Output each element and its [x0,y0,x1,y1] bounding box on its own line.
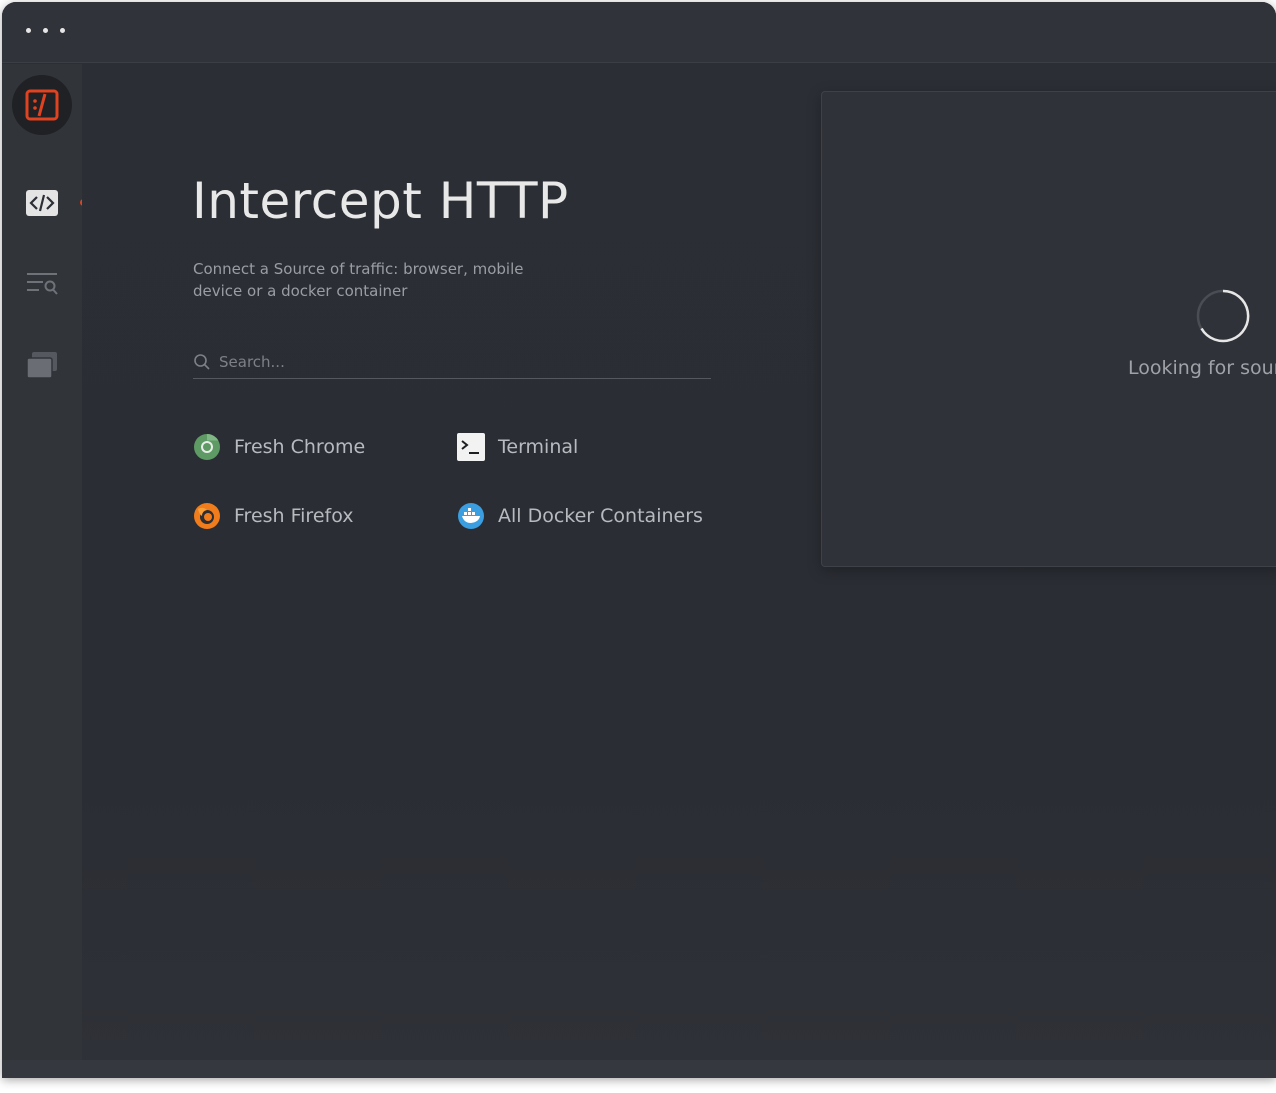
firefox-icon [193,502,221,530]
source-fresh-firefox[interactable]: Fresh Firefox [193,502,354,530]
sidebar [2,64,87,1060]
source-terminal[interactable]: Terminal [457,433,578,461]
sidebar-item-view[interactable] [24,268,60,300]
terminal-icon [457,433,485,461]
source-label: Terminal [498,436,579,458]
code-icon [26,190,58,216]
source-label: Fresh Chrome [234,436,366,458]
search-list-icon [27,273,58,295]
search-icon [194,354,210,370]
dot-icon [26,28,31,33]
sidebar-item-intercept[interactable] [24,187,60,219]
windows-icon [26,352,57,379]
source-all-docker-containers[interactable]: All Docker Containers [457,502,703,530]
dot-icon [60,28,65,33]
search-input[interactable] [219,353,699,371]
source-fresh-chrome[interactable]: Fresh Chrome [193,433,365,461]
status-text: Looking for sour [1128,357,1276,379]
sidebar-item-mock[interactable] [24,349,60,381]
title-bar [2,2,1276,63]
source-label: Fresh Firefox [234,505,354,527]
docker-icon [457,502,485,530]
main-content: Intercept HTTP Connect a Source of traff… [82,64,1276,1060]
search-box [193,346,711,379]
chrome-icon [193,433,221,461]
app-logo[interactable] [12,75,72,135]
logo-icon [25,89,59,121]
source-label: All Docker Containers [498,505,703,527]
app-window: Intercept HTTP Connect a Source of traff… [2,2,1276,1078]
page-title: Intercept HTTP [192,172,569,230]
window-menu-dots[interactable] [26,28,65,33]
loading-spinner-icon [1196,289,1250,343]
source-status-panel: Looking for sour [821,91,1276,567]
page-subtitle: Connect a Source of traffic: browser, mo… [193,260,524,300]
bottom-strip [2,1060,1276,1078]
dot-icon [43,28,48,33]
